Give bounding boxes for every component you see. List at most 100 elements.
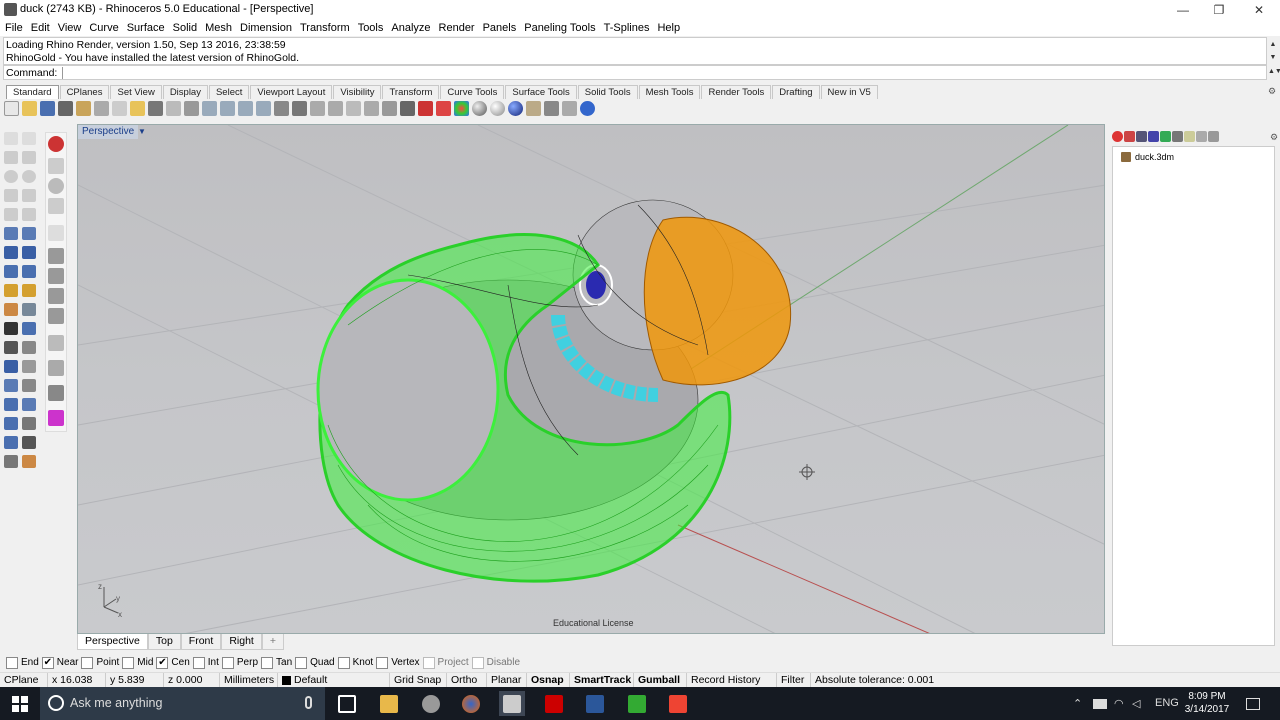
osnap-checkbox[interactable] <box>221 656 234 669</box>
block-icon[interactable] <box>4 398 18 411</box>
tab-surface-tools[interactable]: Surface Tools <box>505 85 577 99</box>
osnap-mid[interactable]: Mid <box>122 656 153 669</box>
render-sphere-icon[interactable] <box>472 101 487 116</box>
flow-icon[interactable] <box>4 436 18 449</box>
tree-item-file[interactable]: duck.3dm <box>1135 152 1174 162</box>
units-label[interactable]: Millimeters <box>220 673 278 688</box>
tab-set-view[interactable]: Set View <box>110 85 162 99</box>
ellipse-icon[interactable] <box>22 170 36 183</box>
osnap-perp[interactable]: Perp <box>221 656 258 669</box>
osnap-checkbox[interactable] <box>6 656 18 669</box>
tool-icon[interactable] <box>562 101 577 116</box>
menu-help[interactable]: Help <box>656 20 684 36</box>
taskbar-acrobat[interactable] <box>541 691 567 716</box>
zoom-window-icon[interactable] <box>220 101 235 116</box>
filter-toggle[interactable]: Filter <box>777 673 811 688</box>
environment-panel-icon[interactable] <box>1172 131 1183 142</box>
layers-panel-icon[interactable] <box>1124 131 1135 142</box>
ortho-toggle[interactable]: Ortho <box>447 673 487 688</box>
tab-solid-tools[interactable]: Solid Tools <box>577 85 638 99</box>
battery-icon[interactable] <box>1093 699 1107 709</box>
menu-view[interactable]: View <box>57 20 86 36</box>
osnap-disable[interactable]: Disable <box>471 656 520 669</box>
osnap-toggle[interactable]: Osnap <box>527 673 570 688</box>
paint-icon[interactable] <box>22 455 36 468</box>
tab-render-tools[interactable]: Render Tools <box>701 85 772 99</box>
tab-display[interactable]: Display <box>162 85 208 99</box>
tray-chevron-icon[interactable]: ⌃ <box>1073 697 1082 710</box>
taskbar-app-1[interactable] <box>418 691 444 716</box>
move-icon[interactable] <box>310 101 325 116</box>
cylinder-icon[interactable] <box>4 265 18 278</box>
command-spin-icon[interactable]: ▲▼ <box>1268 66 1280 78</box>
undo-icon[interactable] <box>148 101 163 116</box>
menu-surface[interactable]: Surface <box>126 20 169 36</box>
fillet-icon[interactable] <box>22 284 36 297</box>
shaded-sphere-icon[interactable] <box>490 101 505 116</box>
menu-analyze[interactable]: Analyze <box>390 20 434 36</box>
notes-panel-icon[interactable] <box>1208 131 1219 142</box>
grid-icon[interactable] <box>22 398 36 411</box>
tab-transform[interactable]: Transform <box>382 85 440 99</box>
open-file-icon[interactable] <box>22 101 37 116</box>
copy-icon[interactable] <box>112 101 127 116</box>
planar-toggle[interactable]: Planar <box>487 673 527 688</box>
polyline-icon[interactable] <box>4 151 18 164</box>
taskbar-word[interactable] <box>582 691 608 716</box>
duck-beak[interactable] <box>643 216 792 386</box>
box-rotate-icon[interactable] <box>48 308 64 324</box>
osnap-project[interactable]: Project <box>422 656 469 669</box>
tab-new-in-v5[interactable]: New in V5 <box>820 85 878 99</box>
wifi-icon[interactable]: ◠ <box>1114 697 1124 710</box>
menu-solid[interactable]: Solid <box>172 20 201 36</box>
cplane-label[interactable]: CPlane <box>0 673 48 688</box>
notifications-icon[interactable] <box>1246 698 1260 710</box>
osnap-point[interactable]: Point <box>81 656 119 669</box>
osnap-cen[interactable]: ✔ Cen <box>156 656 190 669</box>
check-icon[interactable] <box>22 436 36 449</box>
rectangle-icon[interactable] <box>22 189 36 202</box>
brush-icon[interactable] <box>48 335 64 351</box>
gumball-axis-icon[interactable] <box>48 158 64 174</box>
color-wheel-icon[interactable] <box>454 101 469 116</box>
properties-panel-icon[interactable] <box>1112 131 1123 142</box>
volume-icon[interactable]: ◁ <box>1132 697 1140 710</box>
gumball-tool-icon[interactable] <box>22 417 36 430</box>
point-tool-icon[interactable] <box>22 132 36 145</box>
node-icon[interactable] <box>48 198 64 214</box>
lightbulb-icon[interactable] <box>382 101 397 116</box>
display-panel-icon[interactable] <box>1136 131 1147 142</box>
zoom-selected-icon[interactable] <box>256 101 271 116</box>
tab-viewport-layout[interactable]: Viewport Layout <box>250 85 333 99</box>
record-history-toggle[interactable]: Record History <box>687 673 777 688</box>
tab-visibility[interactable]: Visibility <box>333 85 382 99</box>
options-gear-icon[interactable] <box>544 101 559 116</box>
osnap-checkbox[interactable] <box>295 656 308 669</box>
taskbar-firefox[interactable] <box>458 691 484 716</box>
split-icon[interactable] <box>22 322 36 335</box>
import-icon[interactable] <box>76 101 91 116</box>
tabs-settings-icon[interactable]: ⚙ <box>1268 86 1276 97</box>
gumball-toggle[interactable]: Gumball <box>634 673 687 688</box>
curve-icon[interactable] <box>22 151 36 164</box>
solid-icon[interactable] <box>22 246 36 259</box>
box-edit-icon[interactable] <box>48 248 64 264</box>
explode-icon[interactable] <box>22 341 36 354</box>
text-icon[interactable] <box>4 360 18 373</box>
osnap-checkbox[interactable] <box>471 656 484 669</box>
surface-icon[interactable] <box>4 227 18 240</box>
transform-icon[interactable] <box>4 303 18 316</box>
mesh-icon[interactable] <box>22 265 36 278</box>
light-icon[interactable] <box>526 101 541 116</box>
box-scale-icon[interactable] <box>48 268 64 284</box>
osnap-quad[interactable]: Quad <box>295 656 335 669</box>
tab-curve-tools[interactable]: Curve Tools <box>440 85 505 99</box>
perspective-viewport[interactable]: z y x Perspective ▼ Educational License <box>77 124 1105 634</box>
tab-mesh-tools[interactable]: Mesh Tools <box>638 85 701 99</box>
array-icon[interactable] <box>22 303 36 316</box>
grid-snap-toggle[interactable]: Grid Snap <box>390 673 447 688</box>
layer-icon[interactable] <box>364 101 379 116</box>
cut-icon[interactable] <box>94 101 109 116</box>
analyze-icon[interactable] <box>4 322 18 335</box>
polygon-icon[interactable] <box>4 208 18 221</box>
